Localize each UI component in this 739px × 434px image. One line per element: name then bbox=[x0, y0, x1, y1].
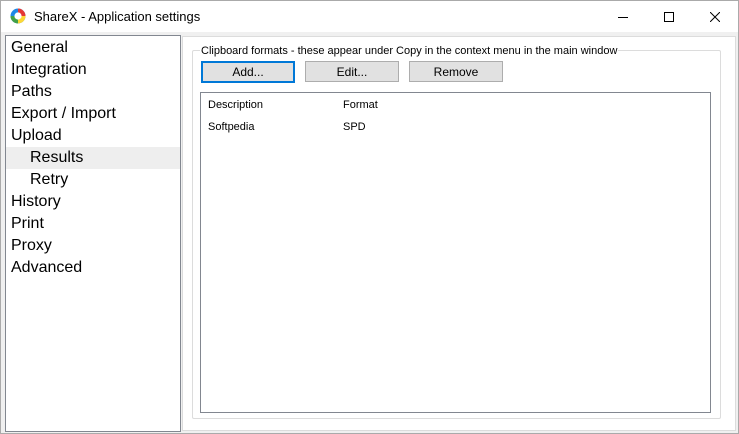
nav-item-advanced[interactable]: Advanced bbox=[6, 257, 180, 279]
nav-item-retry[interactable]: Retry bbox=[6, 169, 180, 191]
nav-item-label: Proxy bbox=[11, 237, 52, 254]
settings-nav-tree[interactable]: General Integration Paths Export / Impor… bbox=[5, 35, 181, 432]
nav-item-label: Results bbox=[30, 149, 84, 166]
nav-item-label: Integration bbox=[11, 61, 87, 78]
nav-item-label: General bbox=[11, 39, 68, 56]
close-button[interactable] bbox=[692, 1, 738, 32]
sharex-logo-icon bbox=[10, 8, 26, 24]
list-item-format: SPD bbox=[343, 121, 366, 133]
window-title: ShareX - Application settings bbox=[34, 9, 201, 24]
nav-item-paths[interactable]: Paths bbox=[6, 81, 180, 103]
settings-window: ShareX - Application settings General In… bbox=[0, 0, 739, 434]
maximize-button[interactable] bbox=[646, 1, 692, 32]
list-item-description: Softpedia bbox=[208, 121, 255, 133]
add-button[interactable]: Add... bbox=[201, 61, 295, 83]
nav-item-label: Advanced bbox=[11, 259, 83, 276]
nav-item-history[interactable]: History bbox=[6, 191, 180, 213]
nav-item-upload[interactable]: Upload bbox=[6, 125, 180, 147]
nav-item-label: Upload bbox=[11, 127, 62, 144]
nav-item-export-import[interactable]: Export / Import bbox=[6, 103, 180, 125]
clipboard-formats-group-label: Clipboard formats - these appear under C… bbox=[200, 45, 619, 57]
minimize-button[interactable] bbox=[600, 1, 646, 32]
nav-item-general[interactable]: General bbox=[6, 37, 180, 59]
list-item[interactable]: Softpedia SPD bbox=[201, 119, 710, 137]
column-header-format[interactable]: Format bbox=[343, 99, 378, 111]
nav-item-integration[interactable]: Integration bbox=[6, 59, 180, 81]
nav-item-label: History bbox=[11, 193, 61, 210]
nav-item-label: Print bbox=[11, 215, 44, 232]
nav-item-results[interactable]: Results bbox=[6, 147, 180, 169]
close-icon bbox=[710, 11, 720, 22]
nav-item-label: Retry bbox=[30, 171, 69, 188]
remove-button[interactable]: Remove bbox=[409, 61, 503, 82]
nav-item-print[interactable]: Print bbox=[6, 213, 180, 235]
maximize-icon bbox=[664, 11, 674, 22]
clipboard-formats-list[interactable]: Description Format Softpedia SPD bbox=[200, 92, 711, 413]
title-bar[interactable]: ShareX - Application settings bbox=[1, 1, 738, 32]
nav-item-label: Paths bbox=[11, 83, 52, 100]
column-header-description[interactable]: Description bbox=[208, 99, 263, 111]
nav-item-label: Export / Import bbox=[11, 105, 116, 122]
nav-item-proxy[interactable]: Proxy bbox=[6, 235, 180, 257]
minimize-icon bbox=[618, 16, 628, 18]
edit-button[interactable]: Edit... bbox=[305, 61, 399, 82]
